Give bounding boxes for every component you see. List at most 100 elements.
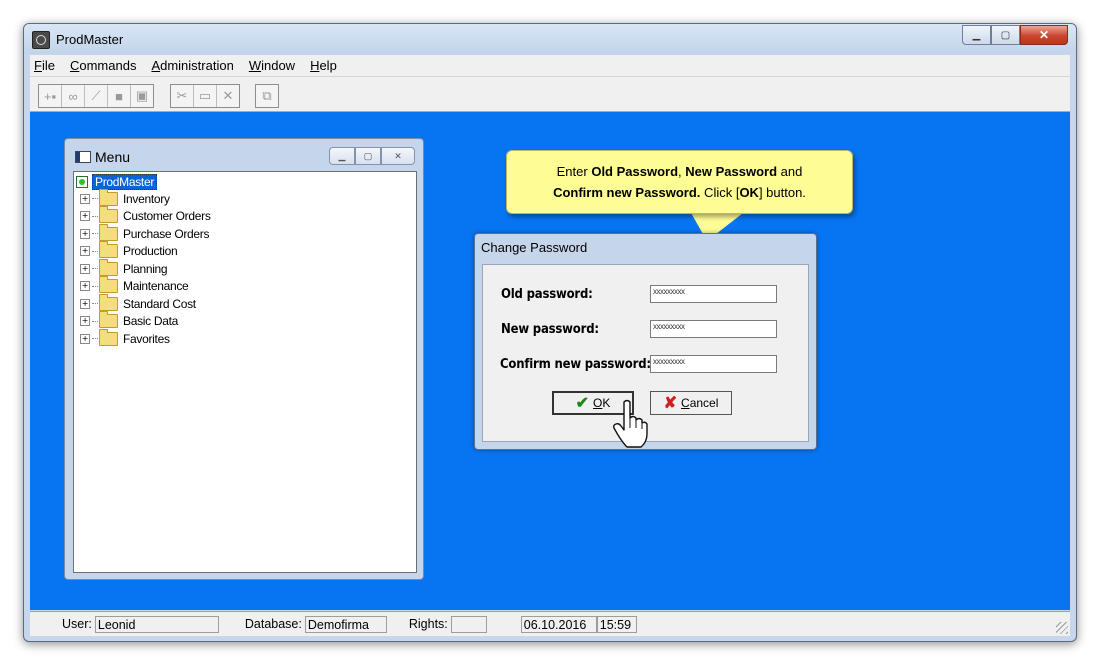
time-value: 15:59 [596, 615, 637, 633]
database-value: Demofirma [304, 615, 387, 633]
folder-icon [99, 311, 118, 328]
tree-item-production[interactable]: + Production [80, 241, 178, 260]
tree-item-purchase-orders[interactable]: + Purchase Orders [80, 223, 210, 242]
tree-item-label: Purchase Orders [123, 226, 210, 241]
print-icon[interactable]: ⧉ [256, 85, 278, 107]
expand-icon[interactable]: + [80, 246, 90, 256]
toolbar: +▪ ∞ ⟋ ■ ▣ ✂ ▭ ✕ ⧉ [30, 77, 1070, 112]
hand-cursor-icon [613, 399, 648, 448]
toolbar-group-3: ⧉ [255, 84, 279, 108]
folder-icon [99, 328, 118, 346]
cancel-label: ancel [689, 396, 719, 410]
folder-icon [99, 293, 118, 311]
open-folder-icon[interactable]: ▭ [194, 85, 217, 107]
status-bar: User: Leonid Database: Demofirma Rights:… [30, 611, 1070, 636]
tree-item-customer-orders[interactable]: + Customer Orders [80, 206, 211, 225]
close-button[interactable]: ✕ [1020, 25, 1068, 45]
callout-line-1: Enter Old Password, New Password and [556, 164, 803, 179]
tree-item-label: Standard Cost [123, 296, 196, 311]
user-label: User: [62, 617, 92, 631]
menu-minimize-button[interactable]: ▁ [329, 147, 355, 165]
new-record-icon[interactable]: +▪ [39, 85, 62, 107]
toolbar-group-1: +▪ ∞ ⟋ ■ ▣ [38, 84, 154, 108]
callout-line-2: Confirm new Password. Click [OK] button. [553, 185, 806, 200]
cut-icon[interactable]: ✂ [171, 85, 194, 107]
ok-key: O [593, 396, 603, 410]
x-icon: ✘ [663, 395, 678, 412]
checkmark-icon: ✔ [575, 395, 590, 412]
maximize-button[interactable]: ▢ [991, 25, 1020, 45]
rights-label: Rights: [408, 617, 448, 631]
new-password-label: New password: [501, 322, 599, 337]
user-value: Leonid [94, 615, 219, 633]
expand-icon[interactable]: + [80, 263, 90, 274]
edit-icon[interactable]: ⟋ [85, 85, 108, 107]
menu-window[interactable]: Window [249, 58, 295, 73]
tree-item-label: Customer Orders [123, 209, 211, 223]
menu-maximize-button[interactable]: ▢ [355, 147, 381, 165]
app-title: ProdMaster [56, 32, 124, 47]
expand-icon[interactable]: + [80, 281, 90, 291]
cancel-key: C [681, 396, 690, 410]
tree-item-label: Planning [123, 261, 168, 276]
close-icon: ✕ [1038, 28, 1050, 42]
expand-icon[interactable]: + [80, 193, 90, 204]
menu-commands[interactable]: Commands [70, 58, 136, 73]
dialog-title: Change Password [481, 240, 588, 255]
folder-icon [99, 223, 118, 241]
tree-item-planning[interactable]: + Planning [80, 258, 168, 277]
folder-icon [99, 276, 118, 293]
tree-item-standard-cost[interactable]: + Standard Cost [80, 293, 196, 312]
maximize-icon: ▢ [1000, 29, 1011, 41]
menu-tree: ProdMaster + Inventory + Customer Orders +… [73, 171, 417, 573]
tree-item-basic-data[interactable]: + Basic Data [80, 311, 179, 330]
tree-root[interactable]: ProdMaster [76, 174, 158, 190]
tree-root-label: ProdMaster [92, 174, 158, 190]
tree-item-label: Basic Data [123, 314, 179, 328]
folder-icon [99, 258, 118, 276]
save-icon[interactable]: ■ [108, 85, 131, 107]
tree-item-favorites[interactable]: + Favorites [80, 328, 170, 347]
menu-close-button[interactable]: ✕ [381, 147, 415, 165]
toolbar-group-2: ✂ ▭ ✕ [170, 84, 240, 108]
cancel-button[interactable]: ✘ Cancel [650, 391, 732, 415]
ok-label: K [602, 396, 611, 410]
root-icon [76, 176, 88, 188]
menu-help[interactable]: Help [310, 58, 337, 73]
menu-file[interactable]: File [34, 58, 55, 73]
menu-window-controls: ▁ ▢ ✕ [329, 147, 415, 165]
tree-item-inventory[interactable]: + Inventory [80, 188, 170, 207]
minimize-button[interactable]: ▁ [962, 25, 991, 45]
date-value: 06.10.2016 [520, 615, 597, 633]
menu-bar: File Commands Administration Window Help [30, 55, 1070, 77]
tree-item-maintenance[interactable]: + Maintenance [80, 276, 189, 295]
tree-item-label: Production [123, 244, 178, 258]
expand-icon[interactable]: + [80, 316, 90, 326]
old-password-field[interactable]: xxxxxxxxx [650, 285, 777, 303]
delete-icon[interactable]: ✕ [217, 85, 239, 107]
folder-icon [99, 188, 118, 206]
minimize-icon: ▁ [972, 29, 981, 41]
resize-grip-icon[interactable] [1056, 622, 1068, 634]
expand-icon[interactable]: + [80, 333, 90, 344]
old-password-label: Old password: [501, 287, 593, 302]
confirm-password-label: Confirm new password: [500, 357, 651, 372]
folder-icon [99, 206, 118, 223]
copy-icon[interactable]: ▣ [131, 85, 153, 107]
menu-window-title: Menu [95, 149, 131, 165]
expand-icon[interactable]: + [80, 211, 90, 221]
instruction-callout: Enter Old Password, New Password and Con… [506, 150, 853, 214]
window-icon [75, 151, 91, 163]
new-password-field[interactable]: xxxxxxxxx [650, 320, 777, 338]
database-label: Database: [244, 617, 302, 631]
title-bar: ProdMaster ▁ ▢ ✕ [24, 24, 1076, 54]
tree-item-label: Favorites [123, 331, 170, 346]
confirm-password-field[interactable]: xxxxxxxxx [650, 355, 777, 373]
expand-icon[interactable]: + [80, 228, 90, 239]
menu-administration[interactable]: Administration [151, 58, 233, 73]
find-icon[interactable]: ∞ [62, 85, 85, 107]
expand-icon[interactable]: + [80, 298, 90, 309]
tree-item-label: Maintenance [123, 279, 189, 293]
rights-value [450, 615, 487, 633]
gear-icon[interactable] [32, 31, 50, 49]
